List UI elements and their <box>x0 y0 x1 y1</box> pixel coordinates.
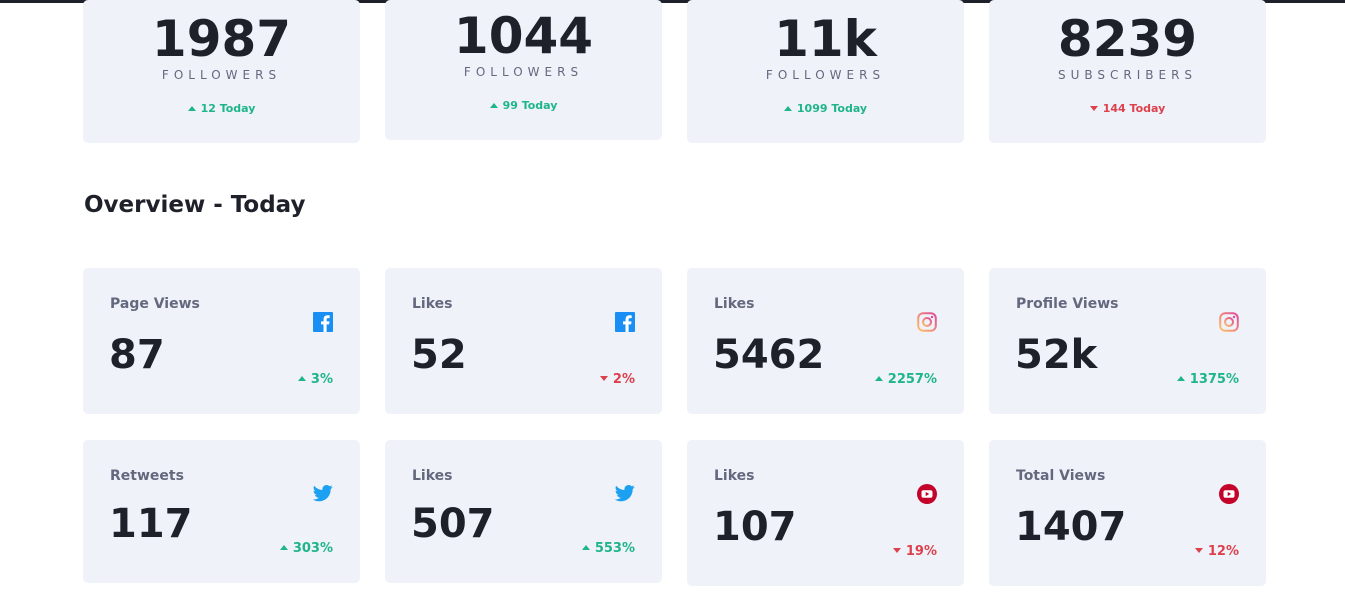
summary-count: 11k <box>774 10 877 68</box>
summary-card-youtube: 8239 SUBSCRIBERS 144 Today <box>989 0 1266 143</box>
overview-card: Likes 107 19% <box>687 440 964 586</box>
summary-count: 1987 <box>151 10 292 68</box>
arrow-down-icon <box>599 376 608 381</box>
summary-today: 99 Today <box>385 100 662 111</box>
overview-card: Retweets 117 303% <box>83 440 360 583</box>
summary-unit: FOLLOWERS <box>463 65 584 79</box>
arrow-down-icon <box>1089 105 1098 111</box>
overview-title: Overview - Today <box>84 192 306 218</box>
overview-card: Total Views 1407 12% <box>989 440 1266 586</box>
summary-count: 8239 <box>1057 10 1198 68</box>
summary-today: 144 Today <box>989 103 1266 114</box>
metric-change: 2% <box>599 373 635 386</box>
facebook-icon <box>313 312 333 332</box>
summary-card-instagram: 11k FOLLOWERS 1099 Today <box>687 0 964 143</box>
instagram-icon <box>917 312 937 332</box>
metric-value: 1407 <box>1015 504 1127 550</box>
youtube-icon <box>917 484 937 504</box>
metric-change: 12% <box>1194 545 1239 558</box>
metric-label: Likes <box>714 296 755 312</box>
metric-change: 1375% <box>1176 373 1239 386</box>
overview-card: Likes 52 2% <box>385 268 662 414</box>
arrow-up-icon <box>489 102 498 108</box>
summary-count: 1044 <box>453 7 594 65</box>
twitter-icon <box>615 483 635 503</box>
summary-unit: FOLLOWERS <box>765 68 886 82</box>
overview-card: Page Views 87 3% <box>83 268 360 414</box>
metric-label: Likes <box>412 468 453 484</box>
summary-card-twitter: 1044 FOLLOWERS 99 Today <box>385 0 662 140</box>
arrow-up-icon <box>581 545 590 550</box>
metric-value: 5462 <box>713 332 825 378</box>
arrow-up-icon <box>1176 376 1185 381</box>
metric-label: Profile Views <box>1016 296 1119 312</box>
arrow-up-icon <box>783 105 792 111</box>
summary-unit: FOLLOWERS <box>161 68 282 82</box>
twitter-icon <box>313 483 333 503</box>
facebook-icon <box>615 312 635 332</box>
overview-card: Profile Views 52k 1375% <box>989 268 1266 414</box>
metric-value: 507 <box>411 501 495 547</box>
youtube-icon <box>1219 484 1239 504</box>
metric-value: 87 <box>109 332 165 378</box>
summary-today: 1099 Today <box>687 103 964 114</box>
metric-change: 2257% <box>874 373 937 386</box>
overview-card: Likes 507 553% <box>385 440 662 583</box>
instagram-icon <box>1219 312 1239 332</box>
metric-value: 52 <box>411 332 467 378</box>
summary-card-facebook: 1987 FOLLOWERS 12 Today <box>83 0 360 143</box>
metric-change: 553% <box>581 542 635 555</box>
overview-card: Likes 5462 2257% <box>687 268 964 414</box>
metric-value: 107 <box>713 504 797 550</box>
arrow-up-icon <box>187 105 196 111</box>
metric-value: 52k <box>1015 332 1098 378</box>
arrow-down-icon <box>892 548 901 553</box>
summary-unit: SUBSCRIBERS <box>1057 68 1198 82</box>
metric-label: Likes <box>412 296 453 312</box>
metric-change: 303% <box>279 542 333 555</box>
metric-label: Retweets <box>110 468 184 484</box>
arrow-up-icon <box>279 545 288 550</box>
arrow-up-icon <box>874 376 883 381</box>
metric-label: Likes <box>714 468 755 484</box>
arrow-down-icon <box>1194 548 1203 553</box>
arrow-up-icon <box>297 376 306 381</box>
metric-value: 117 <box>109 501 193 547</box>
metric-label: Total Views <box>1016 468 1106 484</box>
metric-change: 3% <box>297 373 333 386</box>
summary-today: 12 Today <box>83 103 360 114</box>
metric-label: Page Views <box>110 296 200 312</box>
metric-change: 19% <box>892 545 937 558</box>
